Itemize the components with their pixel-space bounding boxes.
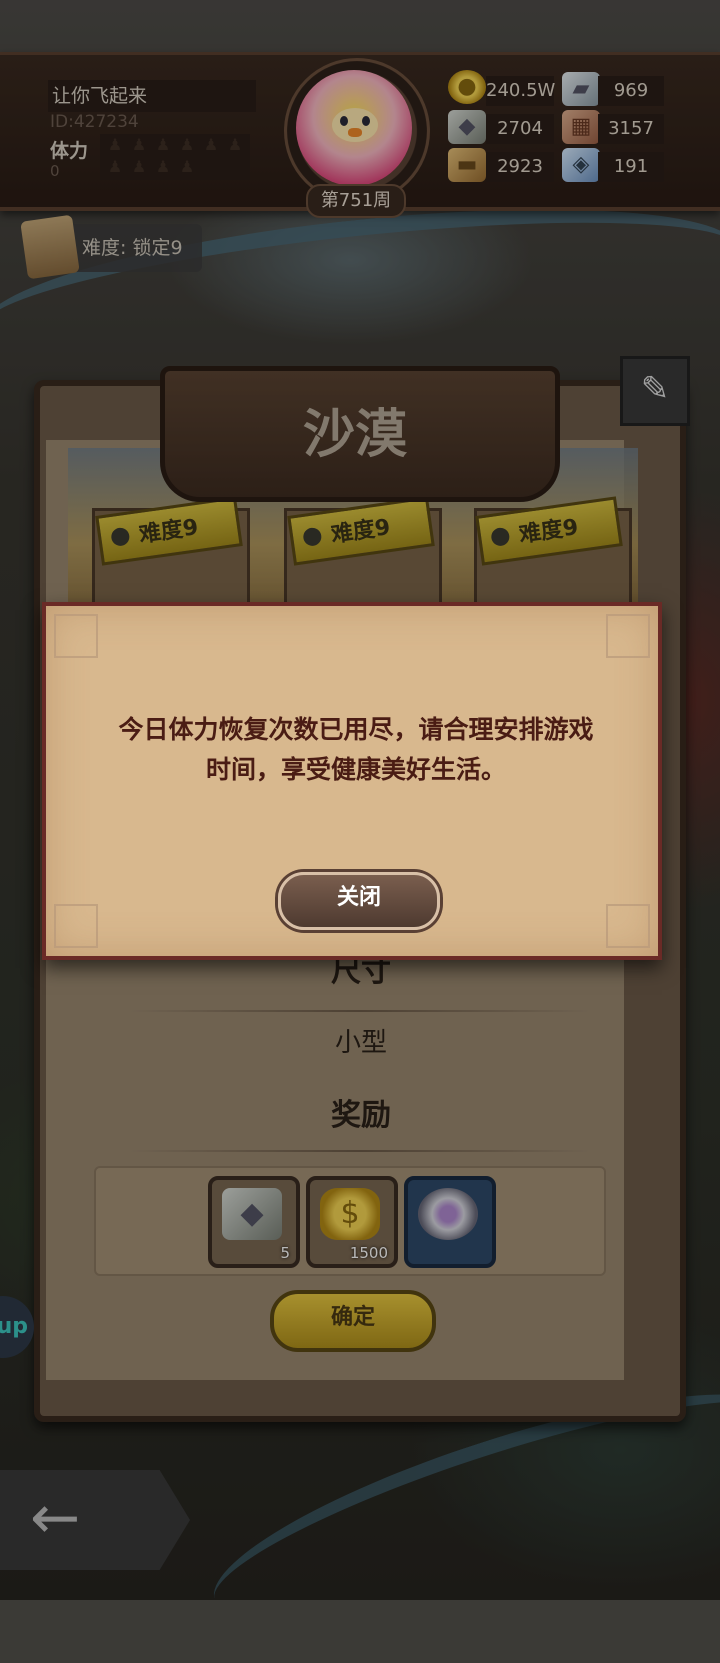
- close-button[interactable]: 关闭: [278, 872, 440, 930]
- dialog-message-line: 时间，享受健康美好生活。: [205, 755, 506, 784]
- ornament-corner: [606, 614, 650, 658]
- ornament-corner: [54, 614, 98, 658]
- ornament-corner: [606, 904, 650, 948]
- ornament-corner: [54, 904, 98, 948]
- dialog-message-line: 今日体力恢复次数已用尽，请合理安排游戏: [118, 715, 594, 744]
- stamina-limit-dialog: 今日体力恢复次数已用尽，请合理安排游戏 时间，享受健康美好生活。 关闭: [42, 602, 662, 960]
- dialog-message: 今日体力恢复次数已用尽，请合理安排游戏 时间，享受健康美好生活。: [86, 710, 626, 790]
